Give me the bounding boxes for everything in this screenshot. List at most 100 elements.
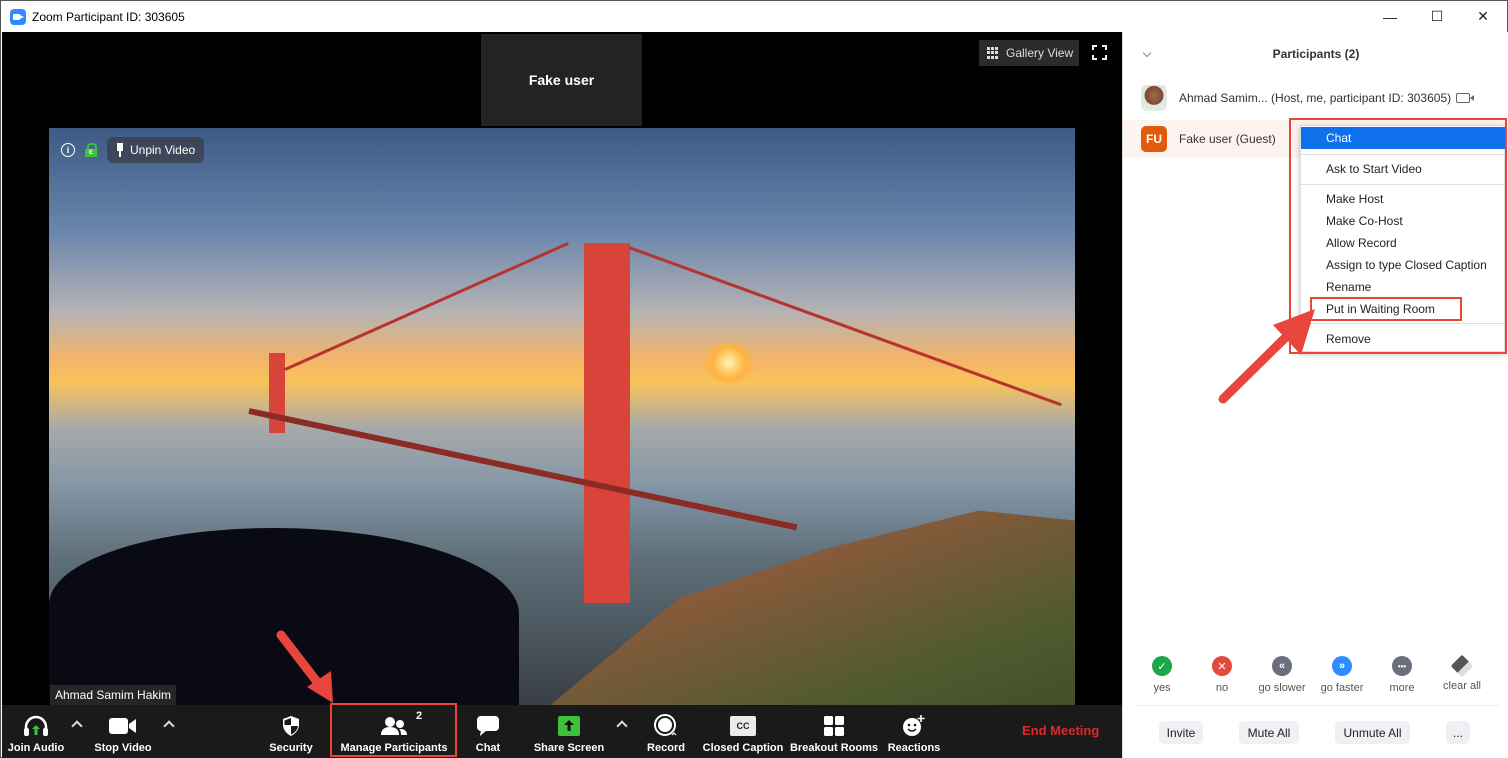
record-button[interactable]: Record: [644, 705, 688, 758]
thumbnail-name: Fake user: [528, 72, 595, 88]
video-camera-icon[interactable]: [1456, 93, 1475, 103]
record-label: Record: [647, 742, 685, 754]
menu-item-remove[interactable]: Remove: [1301, 328, 1506, 350]
chat-button[interactable]: Chat: [468, 705, 508, 758]
unpin-video-button[interactable]: Unpin Video: [107, 137, 205, 163]
chat-label: Chat: [475, 742, 501, 754]
close-button[interactable]: ✕: [1460, 1, 1506, 32]
invite-button[interactable]: Invite: [1159, 721, 1203, 744]
join-audio-button[interactable]: Join Audio: [6, 705, 66, 758]
cc-glyph: CC: [730, 716, 756, 736]
maximize-button[interactable]: ☐: [1414, 1, 1460, 32]
grid-icon: [987, 47, 999, 59]
zoom-window: Zoom Participant ID: 303605 — ☐ ✕ Fake u…: [0, 0, 1508, 758]
share-screen-button[interactable]: Share Screen: [534, 705, 604, 758]
feedback-yes[interactable]: ✓ yes: [1132, 656, 1192, 694]
manage-participants-label: Manage Participants: [340, 742, 448, 754]
avatar: [1141, 85, 1167, 111]
more-options-button[interactable]: ...: [1446, 721, 1470, 744]
feedback-label: yes: [1153, 682, 1171, 694]
participant-thumbnail[interactable]: Fake user: [481, 34, 642, 126]
security-label: Security: [269, 742, 313, 754]
share-screen-icon: [558, 714, 580, 738]
minimize-button[interactable]: —: [1367, 1, 1413, 32]
gallery-view-label: Gallery View: [1006, 46, 1074, 60]
pin-icon: [115, 143, 125, 157]
feedback-go-faster[interactable]: » go faster: [1312, 656, 1372, 694]
menu-item-ask-to-start-video[interactable]: Ask to Start Video: [1301, 158, 1506, 180]
breakout-rooms-label: Breakout Rooms: [789, 742, 879, 754]
feedback-label: go faster: [1320, 682, 1364, 694]
menu-item-assign-closed-caption[interactable]: Assign to type Closed Caption: [1301, 254, 1506, 276]
bridge-cable: [284, 242, 569, 371]
video-controls: i Unpin Video: [61, 137, 205, 163]
join-audio-label: Join Audio: [7, 742, 65, 754]
bridge-tower-near: [584, 243, 630, 603]
video-camera-icon: [109, 714, 137, 738]
closed-caption-icon: CC: [730, 714, 756, 738]
end-meeting-button[interactable]: End Meeting: [1022, 723, 1099, 738]
stop-video-label: Stop Video: [94, 742, 152, 754]
stop-video-button[interactable]: Stop Video: [90, 705, 156, 758]
menu-item-make-host[interactable]: Make Host: [1301, 188, 1506, 210]
share-options-caret-icon[interactable]: [617, 719, 627, 729]
participant-context-menu: Chat Ask to Start Video Make Host Make C…: [1300, 125, 1506, 352]
breakout-rooms-button[interactable]: Breakout Rooms: [790, 705, 878, 758]
shield-icon: [281, 714, 301, 738]
reactions-label: Reactions: [887, 742, 941, 754]
unpin-video-label: Unpin Video: [130, 143, 196, 157]
video-sun: [699, 343, 759, 383]
feedback-label: no: [1215, 682, 1229, 694]
record-icon: [653, 714, 679, 738]
headphones-icon: [23, 714, 49, 738]
reactions-button[interactable]: Reactions: [886, 705, 942, 758]
participant-name: Fake user (Guest): [1179, 132, 1276, 146]
mute-all-button[interactable]: Mute All: [1239, 721, 1299, 744]
video-foreground-object: [49, 528, 519, 705]
rewind-icon: «: [1272, 656, 1292, 676]
closed-caption-label: Closed Caption: [702, 742, 784, 754]
avatar: FU: [1141, 126, 1167, 152]
chat-bubble-icon: [477, 714, 499, 738]
speaker-name-tag: Ahmad Samim Hakim: [50, 685, 177, 705]
participant-row[interactable]: Ahmad Samim... (Host, me, participant ID…: [1123, 79, 1508, 117]
gallery-view-button[interactable]: Gallery View: [979, 40, 1079, 66]
feedback-go-slower[interactable]: « go slower: [1252, 656, 1312, 694]
audio-options-caret-icon[interactable]: [72, 719, 82, 729]
eraser-icon: [1450, 654, 1474, 678]
feedback-label: more: [1389, 682, 1415, 694]
reactions-smiley-icon: [902, 714, 926, 738]
nonverbal-feedback-bar: ✓ yes ✕ no « go slower » go faster ••• m…: [1132, 654, 1502, 694]
info-icon[interactable]: i: [61, 143, 75, 157]
video-options-caret-icon[interactable]: [164, 719, 174, 729]
unmute-all-button[interactable]: Unmute All: [1335, 721, 1410, 744]
window-title: Zoom Participant ID: 303605: [32, 9, 185, 24]
feedback-label: go slower: [1258, 682, 1306, 694]
participants-title: Participants (2): [1272, 47, 1360, 61]
zoom-app-icon: [10, 8, 26, 25]
security-button[interactable]: Security: [264, 705, 318, 758]
feedback-no[interactable]: ✕ no: [1192, 656, 1252, 694]
participant-count-badge: 2: [416, 710, 423, 722]
meeting-area: Fake user Gallery View i E Unpin Video A…: [2, 32, 1122, 705]
feedback-more[interactable]: ••• more: [1372, 656, 1432, 694]
menu-item-rename[interactable]: Rename: [1301, 276, 1506, 298]
share-screen-label: Share Screen: [533, 742, 605, 754]
x-icon: ✕: [1212, 656, 1232, 676]
fullscreen-icon[interactable]: [1092, 45, 1107, 60]
menu-separator: [1301, 184, 1506, 185]
feedback-label: clear all: [1443, 680, 1481, 692]
menu-item-make-co-host[interactable]: Make Co-Host: [1301, 210, 1506, 232]
feedback-clear-all[interactable]: clear all: [1432, 654, 1492, 694]
encryption-lock-icon[interactable]: [85, 143, 97, 157]
menu-item-chat[interactable]: Chat: [1301, 127, 1506, 149]
menu-item-put-in-waiting-room[interactable]: Put in Waiting Room: [1301, 298, 1506, 320]
fast-forward-icon: »: [1332, 656, 1352, 676]
bridge-deck: [248, 408, 798, 531]
manage-participants-button[interactable]: 2 Manage Participants: [334, 705, 454, 758]
menu-item-allow-record[interactable]: Allow Record: [1301, 232, 1506, 254]
active-speaker-video: i Unpin Video: [49, 128, 1075, 705]
bridge-cable: [628, 246, 1062, 407]
breakout-rooms-icon: [824, 714, 844, 738]
closed-caption-button[interactable]: CC Closed Caption: [702, 705, 784, 758]
